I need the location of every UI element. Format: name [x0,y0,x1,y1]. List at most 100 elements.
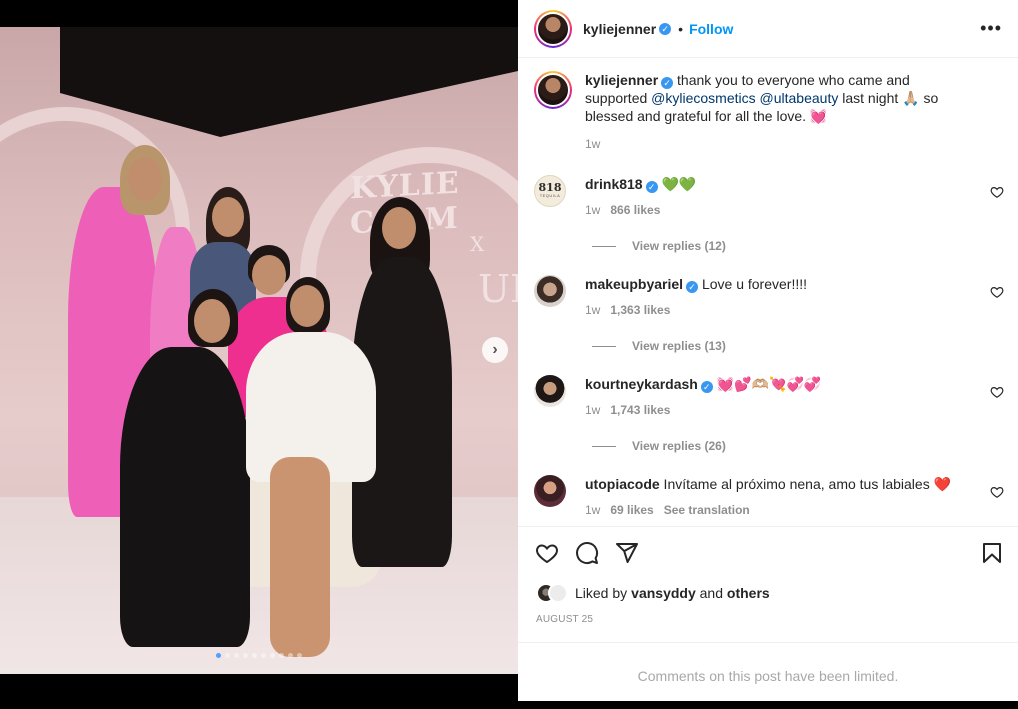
comment-time: 1w [585,403,601,417]
carousel-indicator [0,653,518,658]
verified-badge-icon: ✓ [686,281,699,293]
comment-body: Love u forever!!!! [698,276,808,292]
author-username[interactable]: kyliejenner [583,21,656,37]
caption-username[interactable]: kyliejenner [585,72,658,88]
comment-time: 1w [585,503,601,517]
figure-seated-white-legs [270,457,330,657]
comment-meta: 1w 69 likes See translation [585,503,750,517]
caption-text: kyliejenner ✓ thank you to everyone who c… [585,71,975,125]
comment-icon[interactable] [575,541,599,565]
liked-by-avatars[interactable] [536,583,568,603]
comment-text: makeupbyariel ✓ Love u forever!!!! [585,275,975,293]
comment-body: 💚💚 [657,176,697,192]
carousel-dot[interactable] [234,653,239,658]
comment-time: 1w [585,303,601,317]
figure-pink-suit-head [128,157,162,201]
comments-list[interactable]: kyliejenner ✓ thank you to everyone who c… [518,59,1018,526]
verified-badge-icon: ✓ [700,381,713,393]
carousel-dot[interactable] [252,653,257,658]
comment-like-heart-icon[interactable] [990,485,1004,499]
carousel-dot[interactable] [261,653,266,658]
author-avatar[interactable] [534,9,572,48]
comment-username[interactable]: makeupbyariel [585,276,683,292]
liked-by-prefix: Liked by [575,585,628,601]
view-replies-button[interactable]: View replies (26) [592,439,726,453]
comment-avatar-makeupbyariel[interactable] [534,275,566,307]
comment-body: 💓💕🫶🏼💘💞💞 [712,376,822,392]
next-photo-button[interactable]: › [482,337,508,363]
liked-by-line: Liked by vansyddy and others [536,583,770,603]
comment-avatar-utopiacode[interactable] [534,475,566,507]
figure-back-head [212,197,244,237]
figure-seated-left-head [194,299,230,343]
liked-by-others[interactable]: others [727,585,770,601]
liked-by-avatar-2 [548,583,568,603]
comment-avatar-kourtneykardash[interactable] [534,375,566,407]
avatar-logo-subtext: TEQUILA [539,193,561,198]
bookmark-icon[interactable] [980,541,1004,565]
photo-ceiling [60,27,518,137]
view-replies-label: View replies (13) [632,339,726,353]
caption-time: 1w [585,137,601,151]
caption-mention-ultabeauty[interactable]: @ultabeauty [760,90,839,106]
view-replies-button[interactable]: View replies (12) [592,239,726,253]
comment-like-heart-icon[interactable] [990,285,1004,299]
more-options-icon[interactable]: ••• [980,18,1002,39]
comment-username[interactable]: utopiacode [585,476,660,492]
comment-likes[interactable]: 1,743 likes [610,403,670,417]
figure-seated-white-head [290,285,324,327]
comment-meta: 1w 1,363 likes [585,303,670,317]
verified-badge-icon: ✓ [645,181,658,193]
comment-text: utopiacode Invítame al próximo nena, amo… [585,475,975,493]
comment-text: drink818 ✓ 💚💚 [585,175,975,193]
figure-center-head [252,255,286,295]
comment-row: kourtneykardash ✓ 💓💕🫶🏼💘💞💞 1w 1,743 likes V… [534,375,1004,465]
post-photo[interactable]: KYLIE COSM X ULTA [0,27,518,674]
comment-username[interactable]: kourtneykardash [585,376,698,392]
carousel-dot[interactable] [279,653,284,658]
post-media: KYLIE COSM X ULTA › [0,0,518,701]
liked-by-user[interactable]: vansyddy [631,585,696,601]
post-action-bar [518,526,1018,580]
comment-body: Invítame al próximo nena, amo tus labial… [659,476,952,492]
carousel-dot[interactable] [270,653,275,658]
carousel-dot[interactable] [225,653,230,658]
avatar-logo-text: 818 [538,181,562,194]
share-icon[interactable] [615,541,639,565]
carousel-dot[interactable] [216,653,221,658]
photo-wall-text-ulta: ULTA [478,267,518,311]
caption-emoji: 💓 [809,108,828,124]
caption-mention-kyliecosmetics[interactable]: @kyliecosmetics [651,90,755,106]
comment-like-heart-icon[interactable] [990,385,1004,399]
comment-likes[interactable]: 1,363 likes [610,303,670,317]
comment-row: 818 TEQUILA drink818 ✓ 💚💚 1w 866 likes Vie… [534,175,1004,265]
carousel-dot[interactable] [297,653,302,658]
comment-likes[interactable]: 69 likes [610,503,653,517]
post-sidebar: kyliejenner ✓ • Follow ••• kyliejenner ✓ … [518,0,1018,701]
carousel-dot[interactable] [288,653,293,658]
heart-icon[interactable] [535,541,559,565]
comment-text: kourtneykardash ✓ 💓💕🫶🏼💘💞💞 [585,375,975,393]
comment-like-heart-icon[interactable] [990,185,1004,199]
view-replies-label: View replies (12) [632,239,726,253]
comment-likes[interactable]: 866 likes [610,203,660,217]
comment-username[interactable]: drink818 [585,176,643,192]
photo-wall-text-x: X [470,232,485,256]
carousel-dot[interactable] [243,653,248,658]
header-separator: • [678,20,684,37]
view-replies-button[interactable]: View replies (13) [592,339,726,353]
comment-meta: 1w 1,743 likes [585,403,670,417]
comment-time: 1w [585,203,601,217]
view-replies-label: View replies (26) [632,439,726,453]
caption-avatar[interactable] [534,71,572,109]
see-translation-button[interactable]: See translation [664,503,750,517]
comment-row: makeupbyariel ✓ Love u forever!!!! 1w 1,36… [534,275,1004,365]
liked-by-middle: and [695,585,727,601]
comment-avatar-drink818[interactable]: 818 TEQUILA [534,175,566,207]
post-date[interactable]: AUGUST 25 [536,614,593,625]
follow-button[interactable]: Follow [689,21,733,37]
post-header: kyliejenner ✓ • Follow ••• [518,0,1018,58]
chevron-right-icon: › [492,341,498,358]
caption-row: kyliejenner ✓ thank you to everyone who c… [534,71,1004,155]
comments-limited-notice: Comments on this post have been limited. [518,642,1018,701]
